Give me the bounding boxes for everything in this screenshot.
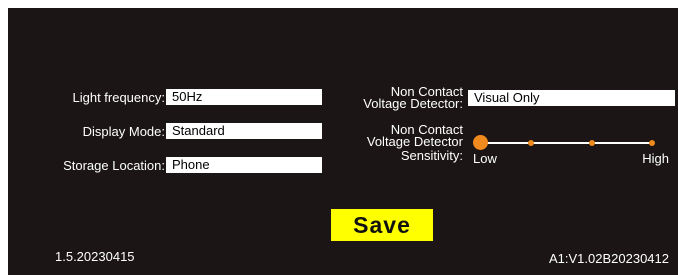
save-button[interactable]: Save [331,209,433,241]
slider-thumb[interactable] [473,135,488,150]
display-mode-field[interactable]: Standard [166,123,322,139]
sensitivity-label-line2: Voltage Detector [366,134,463,149]
light-frequency-label: Light frequency: [72,90,165,105]
firmware-version-label: A1:V1.02B20230412 [549,251,669,266]
app-version-label: 1.5.20230415 [55,249,135,264]
display-mode-label: Display Mode: [82,124,165,139]
voltage-detector-label-line2: Voltage Detector: [363,96,463,111]
slider-track [481,142,650,144]
sensitivity-high-label: High [642,151,669,166]
slider-step-dot[interactable] [528,140,534,146]
storage-location-label: Storage Location: [63,158,165,173]
sensitivity-low-label: Low [473,151,497,166]
sensitivity-label-line3: Sensitivity: [400,148,463,163]
settings-screen: Light frequency: 50Hz Display Mode: Stan… [8,8,678,275]
sensitivity-slider[interactable] [471,135,656,151]
slider-step-dot[interactable] [649,140,655,146]
slider-step-dot[interactable] [589,140,595,146]
storage-location-field[interactable]: Phone [166,157,322,173]
voltage-detector-field[interactable]: Visual Only [468,90,675,106]
light-frequency-field[interactable]: 50Hz [166,89,322,105]
